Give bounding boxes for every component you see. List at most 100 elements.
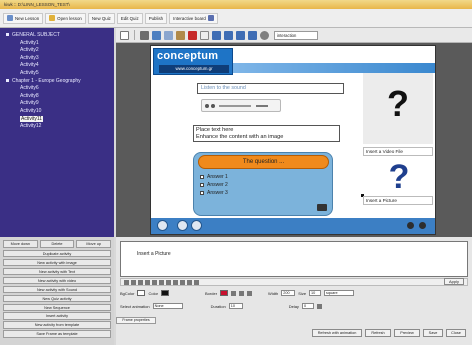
tree-activity[interactable]: Activity8 [0,93,114,101]
width-input[interactable]: 200 [281,290,296,296]
align-center-icon[interactable] [166,279,171,285]
tree-activity[interactable]: Activity4 [0,62,114,70]
delete-button[interactable]: Delete [39,240,75,248]
publish-button[interactable]: Publish [144,12,168,24]
activity-action-button[interactable]: New Quiz activity [3,294,111,303]
paste-icon[interactable] [176,30,185,40]
delay-input[interactable]: 0 [301,303,314,309]
border-style-icon[interactable] [239,290,245,296]
video-placeholder[interactable]: ? [363,73,433,144]
activity-action-button[interactable]: New activity with image [3,258,111,267]
document-icon[interactable] [200,30,209,40]
video-label[interactable]: Insert a Video File [363,147,433,156]
tab-frame-properties[interactable]: Frame properties [116,317,156,324]
tree-activity[interactable]: Activity10 [0,108,114,116]
answer-checkbox[interactable] [200,175,204,179]
move-down-button[interactable]: Move down [3,240,38,248]
tree-activity[interactable]: Activity1 [0,40,114,48]
apply-animation-icon[interactable] [316,303,322,309]
quiz-check-icon[interactable] [317,204,327,211]
pause-icon[interactable] [211,103,215,108]
previous-icon[interactable] [407,222,414,229]
answer-checkbox[interactable] [200,191,204,195]
border-color-swatch[interactable] [220,290,229,296]
audio-player[interactable] [201,99,281,112]
animation-select[interactable]: None [152,303,183,309]
pen-icon[interactable] [157,220,168,231]
tree-activity[interactable]: Activity3 [0,55,114,63]
picture-placeholder[interactable]: ? [365,158,433,196]
preview-button[interactable]: Preview [394,329,420,337]
audio-progress[interactable] [219,104,251,107]
activity-action-button[interactable]: Insert activity [3,312,111,321]
image-icon[interactable] [152,30,161,40]
list-icon[interactable] [180,279,185,285]
activity-action-button[interactable]: New activity from template [3,321,111,330]
refresh-button[interactable]: Refresh [365,329,391,337]
notes-icon[interactable] [177,220,188,231]
align-right-icon[interactable] [173,279,178,285]
interactive-board-button[interactable]: Interactive board [169,12,218,24]
close-button[interactable]: Close [446,329,466,337]
apply-button[interactable]: Apply [444,278,464,285]
align-right-icon[interactable] [236,30,245,40]
tree-activity[interactable]: Activity2 [0,47,114,55]
activity-action-button[interactable]: New activity with video [3,276,111,285]
activity-action-button[interactable]: New activity with Sound [3,285,111,294]
text-block[interactable]: Place text here Enhance the content with… [193,125,340,142]
select-icon[interactable] [120,30,129,40]
redo-icon[interactable] [152,279,157,285]
next-icon[interactable] [419,222,426,229]
undo-icon[interactable] [145,279,150,285]
picture-label[interactable]: Insert a Picture [363,196,433,205]
answer-option[interactable]: Answer 2 [200,182,228,188]
table-icon[interactable] [194,279,199,285]
font-select[interactable]: square [324,290,355,296]
copy-icon[interactable] [164,30,173,40]
tree-activity[interactable]: Activity6 [0,85,114,93]
delete-icon[interactable] [188,30,197,40]
activity-action-button[interactable]: New Sequence [3,303,111,312]
border-style-icon[interactable] [247,290,253,296]
underline-icon[interactable] [138,279,143,285]
sound-label[interactable]: Listen to the sound [197,83,344,94]
size-input[interactable]: 10 [309,290,322,296]
open-lesson-button[interactable]: Open lesson [45,12,86,24]
move-up-button[interactable]: Move up [76,240,112,248]
bgcolor-swatch[interactable] [137,290,146,296]
activity-action-button[interactable]: New activity with Text [3,267,111,276]
answer-option[interactable]: Answer 1 [200,174,228,180]
tree-activity[interactable]: Activity5 [0,70,114,78]
bold-icon[interactable] [124,279,129,285]
mode-select[interactable]: interaction [274,30,318,40]
activity-action-button[interactable]: Duplicate activity [3,249,111,258]
activity-action-button[interactable]: Save Frame as template [3,330,111,339]
volume-slider[interactable] [256,104,268,107]
tree-activity[interactable]: Activity12 [0,123,114,131]
text-icon[interactable] [140,30,149,40]
refresh-with-animation-button[interactable]: Refresh with animation [312,329,362,337]
play-icon[interactable] [205,103,209,108]
edit-quiz-button[interactable]: Edit Quiz [116,12,143,24]
pages-icon[interactable] [191,220,202,231]
answer-option[interactable]: Answer 3 [200,190,228,196]
tree-chapter[interactable]: Chapter 1 - Europe Geography [0,78,114,86]
zoom-icon[interactable] [260,30,269,40]
save-button[interactable]: Save [423,329,443,337]
tree-chapter[interactable]: GENERAL SUBJECT [0,32,114,40]
align-top-icon[interactable] [248,30,257,40]
tree-activity[interactable]: Activity11 [0,115,114,124]
tree-activity[interactable]: Activity9 [0,100,114,108]
quiz-widget[interactable]: The question ... Answer 1 Answer 2 Answe… [193,152,333,216]
align-left-icon[interactable] [212,30,221,40]
text-editor[interactable]: Insert a Picture [120,241,468,277]
align-left-icon[interactable] [159,279,164,285]
new-lesson-button[interactable]: New Lesson [3,12,44,24]
duration-input[interactable]: 10 [228,303,243,309]
italic-icon[interactable] [131,279,136,285]
new-quiz-button[interactable]: New Quiz [87,12,115,24]
color-swatch[interactable] [161,290,170,296]
link-icon[interactable] [187,279,192,285]
border-style-icon[interactable] [231,290,237,296]
answer-checkbox[interactable] [200,183,204,187]
